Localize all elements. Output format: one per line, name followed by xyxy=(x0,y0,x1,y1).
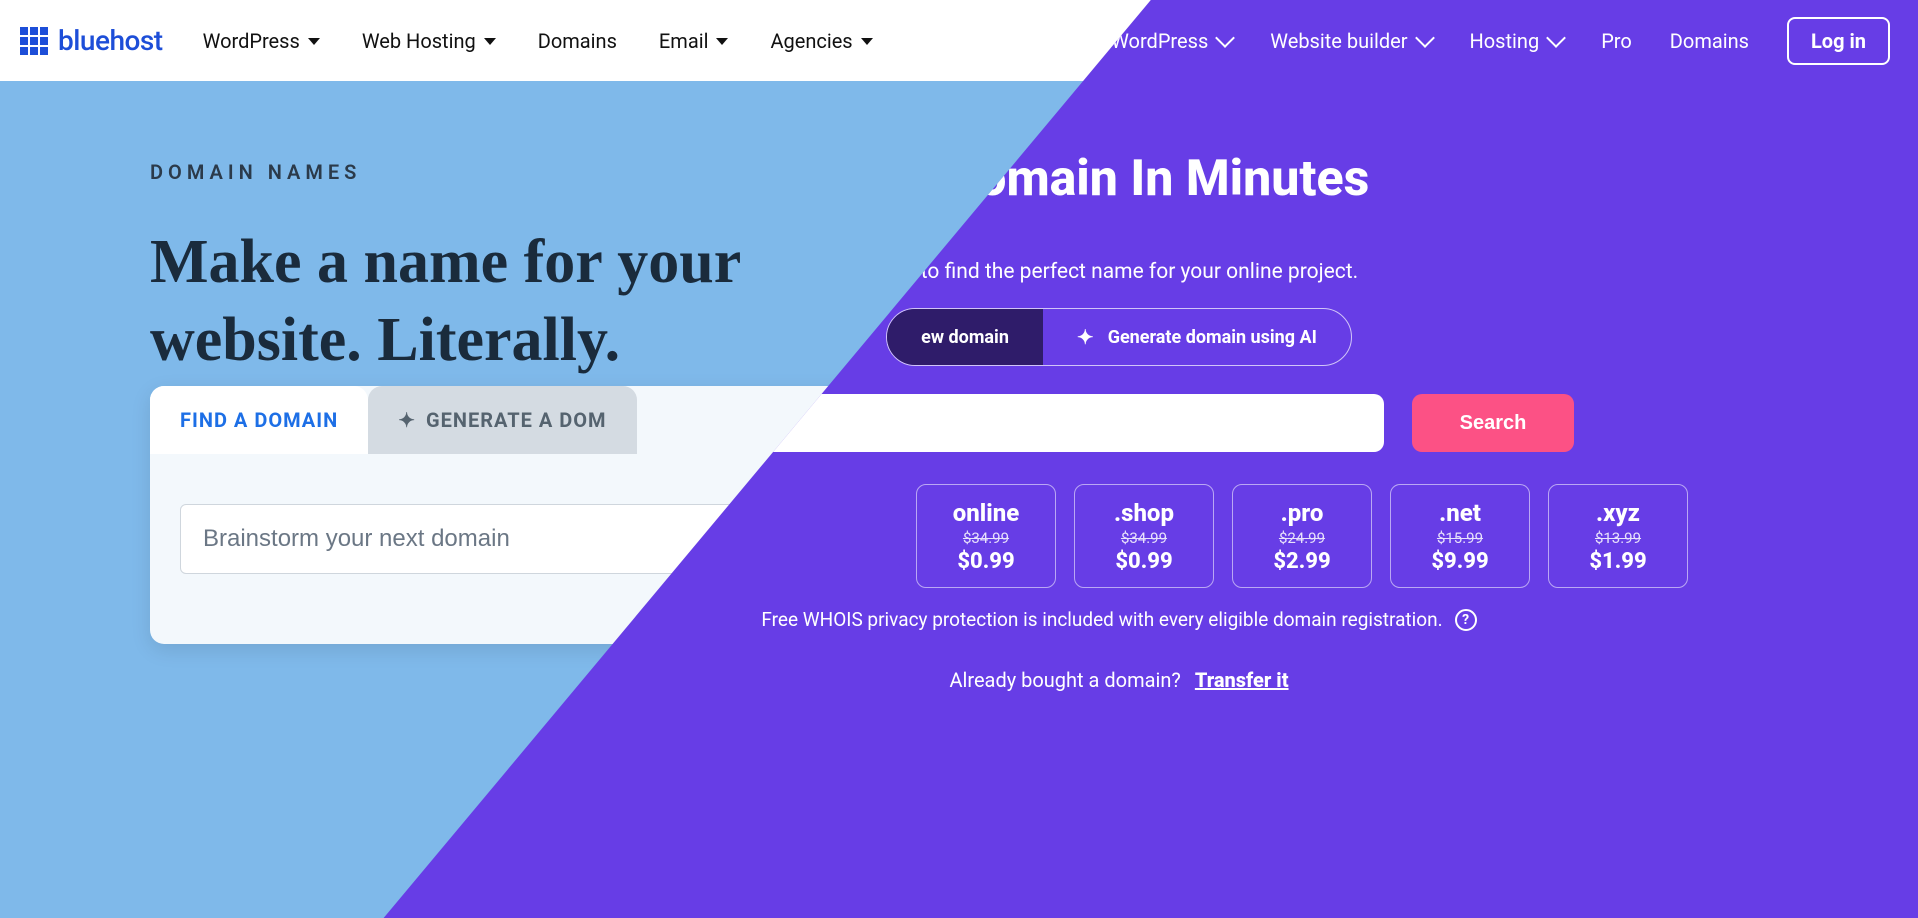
nav-wordpress[interactable]: WordPress xyxy=(1111,29,1232,53)
nav-web-hosting[interactable]: Web Hosting xyxy=(362,29,496,53)
chevron-down-icon xyxy=(1546,28,1566,48)
nav-website-builder[interactable]: Website builder xyxy=(1270,29,1431,53)
nav-label: WordPress xyxy=(203,29,300,53)
pill-group: ew domain ✦ Generate domain using AI xyxy=(886,308,1352,366)
pill-generate-ai[interactable]: ✦ Generate domain using AI xyxy=(1043,309,1351,365)
tab-label: FIND A DOMAIN xyxy=(180,408,338,432)
tld-old-price: $15.99 xyxy=(1437,529,1483,547)
tld-new-price: $9.99 xyxy=(1431,549,1488,574)
tld-old-price: $13.99 xyxy=(1595,529,1641,547)
transfer-row: Already bought a domain? Transfer it xyxy=(380,668,1858,692)
tab-find-domain[interactable]: FIND A DOMAIN xyxy=(150,386,368,454)
tld-new-price: $2.99 xyxy=(1273,549,1330,574)
chevron-down-icon xyxy=(484,38,496,45)
hero-headline: Make a name for your website. Literally. xyxy=(150,224,870,379)
tab-label: GENERATE A DOM xyxy=(426,408,607,432)
tld-new-price: $1.99 xyxy=(1589,549,1646,574)
tld-ext: .xyz xyxy=(1596,499,1640,527)
tld-ext: .shop xyxy=(1114,499,1174,527)
bluehost-logo[interactable]: bluehost xyxy=(20,24,163,57)
domain-brainstorm-input[interactable] xyxy=(180,504,740,574)
tld-old-price: $34.99 xyxy=(963,529,1009,547)
tld-card-online[interactable]: online $34.99 $0.99 xyxy=(916,484,1056,588)
tld-new-price: $0.99 xyxy=(1115,549,1172,574)
help-icon[interactable]: ? xyxy=(1455,609,1477,631)
sparkle-icon: ✦ xyxy=(1077,325,1094,349)
tld-ext: online xyxy=(953,499,1020,527)
nav-label: Website builder xyxy=(1270,29,1407,53)
sparkle-icon: ✦ xyxy=(398,408,416,432)
nav-agencies[interactable]: Agencies xyxy=(770,29,872,53)
transfer-question: Already bought a domain? xyxy=(949,668,1180,692)
bluehost-hero: DOMAIN NAMES Make a name for your websit… xyxy=(150,160,870,379)
nav-label: Email xyxy=(659,29,709,53)
chevron-down-icon xyxy=(716,38,728,45)
pill-label: ew domain xyxy=(921,327,1009,348)
hero-eyebrow: DOMAIN NAMES xyxy=(150,160,870,184)
nav-label: Hosting xyxy=(1470,29,1540,53)
transfer-link[interactable]: Transfer it xyxy=(1195,668,1289,692)
chevron-down-icon xyxy=(1215,28,1235,48)
bluehost-nav: WordPress Web Hosting Domains Email Agen… xyxy=(203,29,873,53)
chevron-down-icon xyxy=(861,38,873,45)
bluehost-logo-text: bluehost xyxy=(58,24,163,57)
pill-label: Generate domain using AI xyxy=(1108,327,1317,348)
nav-domains[interactable]: Domains xyxy=(1670,29,1749,53)
pill-new-domain[interactable]: ew domain xyxy=(887,309,1043,365)
nav-pro[interactable]: Pro xyxy=(1601,29,1632,53)
tld-old-price: $24.99 xyxy=(1279,529,1325,547)
chevron-down-icon xyxy=(308,38,320,45)
nav-label: Web Hosting xyxy=(362,29,476,53)
login-button[interactable]: Log in xyxy=(1787,17,1890,65)
login-label: Log in xyxy=(1811,29,1866,53)
tab-generate-domain[interactable]: ✦ GENERATE A DOM xyxy=(368,386,636,454)
nav-email[interactable]: Email xyxy=(659,29,729,53)
tld-ext: .net xyxy=(1439,499,1481,527)
search-label: Search xyxy=(1460,412,1527,434)
tld-old-price: $34.99 xyxy=(1121,529,1167,547)
tld-new-price: $0.99 xyxy=(957,549,1014,574)
tld-card-net[interactable]: .net $15.99 $9.99 xyxy=(1390,484,1530,588)
nav-wordpress[interactable]: WordPress xyxy=(203,29,320,53)
whois-text: Free WHOIS privacy protection is include… xyxy=(761,608,1442,631)
bluehost-logo-icon xyxy=(20,27,48,55)
hostinger-nav: WordPress Website builder Hosting Pro Do… xyxy=(1111,29,1749,53)
nav-hosting[interactable]: Hosting xyxy=(1470,29,1564,53)
nav-domains[interactable]: Domains xyxy=(538,29,617,53)
nav-label: WordPress xyxy=(1111,29,1208,53)
nav-label: Domains xyxy=(1670,29,1749,53)
tld-card-xyz[interactable]: .xyz $13.99 $1.99 xyxy=(1548,484,1688,588)
nav-label: Domains xyxy=(538,29,617,53)
tld-card-shop[interactable]: .shop $34.99 $0.99 xyxy=(1074,484,1214,588)
nav-label: Agencies xyxy=(770,29,852,53)
tld-ext: .pro xyxy=(1281,499,1324,527)
tld-card-pro[interactable]: .pro $24.99 $2.99 xyxy=(1232,484,1372,588)
nav-label: Pro xyxy=(1601,29,1632,53)
search-button[interactable]: Search xyxy=(1412,394,1575,452)
chevron-down-icon xyxy=(1415,28,1435,48)
